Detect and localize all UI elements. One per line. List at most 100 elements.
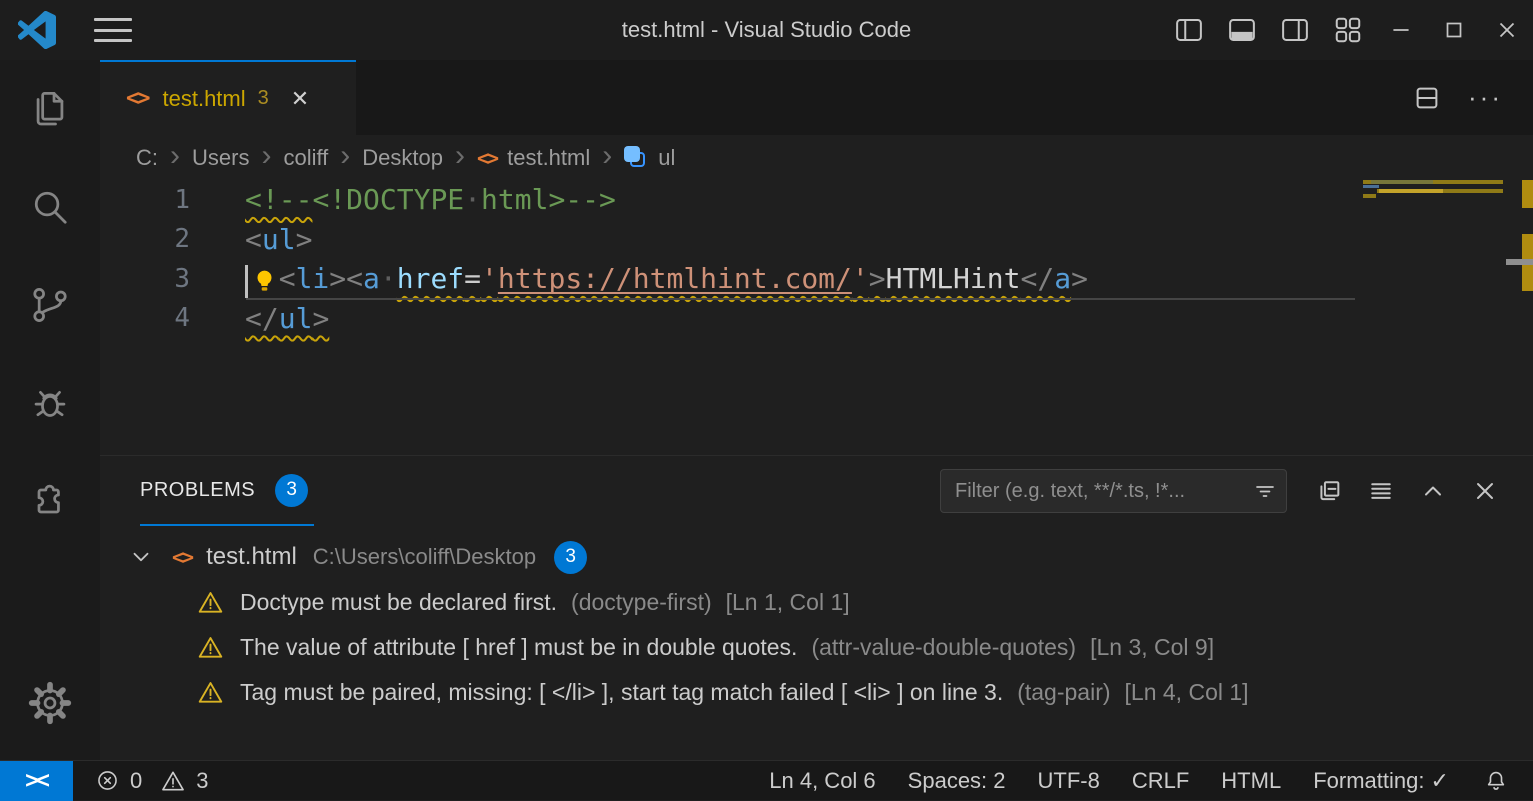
statusbar-item[interactable]: UTF-8	[1022, 768, 1116, 794]
toggle-primary-sidebar-icon[interactable]	[1162, 0, 1215, 60]
code-token: a	[1054, 262, 1071, 295]
problem-position: [Ln 1, Col 1]	[726, 589, 850, 616]
breadcrumb-coliff[interactable]: coliff	[283, 145, 328, 171]
minimap[interactable]	[1363, 180, 1506, 455]
cursor-mark	[1506, 259, 1533, 265]
code-token: href	[397, 262, 464, 295]
chevron-right-icon: ›	[340, 146, 350, 166]
code-lines: 1<!--<!DOCTYPE·html>-->2<ul>3 <li><a·hre…	[100, 180, 1355, 338]
search-icon[interactable]	[0, 158, 100, 256]
code-token: <!--	[245, 183, 312, 216]
tab-label: test.html	[163, 86, 246, 112]
maximize-panel-icon[interactable]	[1419, 477, 1447, 505]
statusbar-item[interactable]: Formatting: ✓	[1297, 768, 1465, 794]
text-cursor	[245, 265, 248, 298]
line-number: 2	[100, 224, 190, 254]
code-token: >	[312, 302, 329, 335]
more-actions-icon[interactable]: ···	[1468, 82, 1503, 113]
settings-gear-icon[interactable]	[0, 654, 100, 752]
warning-squiggle: <!--	[245, 183, 312, 216]
tab-bar: <> test.html 3 ✕ ···	[100, 60, 1533, 135]
toggle-secondary-sidebar-icon[interactable]	[1268, 0, 1321, 60]
tab-close-icon[interactable]: ✕	[291, 86, 309, 112]
problem-row[interactable]: Doctype must be declared first.(doctype-…	[100, 580, 1533, 625]
problems-file-name: test.html	[206, 543, 297, 571]
code-token: >	[1071, 262, 1088, 295]
chevron-right-icon: ›	[602, 146, 612, 166]
breadcrumb-drive[interactable]: C:	[136, 145, 158, 171]
code-token: <	[279, 262, 296, 295]
split-editor-icon[interactable]	[1412, 83, 1442, 113]
collapse-all-icon[interactable]	[1315, 477, 1343, 505]
lightbulb-icon[interactable]	[251, 266, 278, 296]
status-bar: >< 0 3 Ln 4, Col 6Spaces: 2UTF-8CRLFHTML…	[0, 760, 1533, 800]
code-token: a	[363, 262, 380, 295]
line-number: 4	[100, 303, 190, 333]
html-file-icon: <>	[477, 146, 497, 170]
extensions-icon[interactable]	[0, 452, 100, 550]
maximize-icon[interactable]	[1427, 0, 1480, 60]
overview-ruler	[1506, 180, 1533, 455]
warning-mark	[1522, 180, 1533, 208]
breadcrumb-users[interactable]: Users	[192, 145, 249, 171]
html-file-icon: <>	[126, 86, 149, 111]
code-token: https://htmlhint.com/	[498, 262, 852, 295]
statusbar-item[interactable]: Spaces: 2	[892, 768, 1022, 794]
statusbar-item[interactable]: Ln 4, Col 6	[753, 768, 891, 794]
code-line[interactable]: 4</ul>	[100, 299, 1355, 339]
problem-row[interactable]: Tag must be paired, missing: [ </li> ], …	[100, 670, 1533, 715]
customize-layout-icon[interactable]	[1321, 0, 1374, 60]
problems-panel: PROBLEMS 3	[100, 455, 1533, 760]
code-token: >	[869, 262, 886, 295]
code-editor[interactable]: 1<!--<!DOCTYPE·html>-->2<ul>3 <li><a·hre…	[100, 180, 1533, 455]
statusbar-item[interactable]: HTML	[1205, 768, 1297, 794]
current-line-border	[246, 298, 1355, 300]
code-token: '	[852, 262, 869, 295]
breadcrumb-symbol[interactable]: ul	[658, 145, 675, 171]
chevron-right-icon: ›	[170, 146, 180, 166]
code-token: =	[464, 262, 481, 295]
problems-file-path: C:\Users\coliff\Desktop	[313, 544, 536, 570]
problem-rule-code: (attr-value-double-quotes)	[811, 634, 1076, 661]
view-as-table-icon[interactable]	[1367, 477, 1395, 505]
breadcrumb: C: › Users › coliff › Desktop › <> test.…	[100, 135, 1533, 180]
problems-filter-input[interactable]	[940, 469, 1287, 513]
warnings-count[interactable]: 3	[196, 768, 208, 794]
code-token: </	[1020, 262, 1054, 295]
tab-test-html[interactable]: <> test.html 3 ✕	[100, 60, 356, 135]
close-window-icon[interactable]	[1480, 0, 1533, 60]
code-token: >	[296, 223, 313, 256]
titlebar: test.html - Visual Studio Code	[0, 0, 1533, 60]
code-token: ul	[262, 223, 296, 256]
minimize-icon[interactable]	[1374, 0, 1427, 60]
breadcrumb-desktop[interactable]: Desktop	[362, 145, 443, 171]
warnings-icon[interactable]	[160, 768, 186, 794]
breadcrumb-file[interactable]: test.html	[507, 145, 590, 171]
notifications-bell-icon[interactable]	[1465, 768, 1519, 794]
source-control-icon[interactable]	[0, 256, 100, 354]
problem-message: Tag must be paired, missing: [ </li> ], …	[240, 679, 1003, 706]
statusbar-item[interactable]: CRLF	[1116, 768, 1205, 794]
explorer-icon[interactable]	[0, 60, 100, 158]
code-token: '	[481, 262, 498, 295]
errors-count[interactable]: 0	[130, 768, 142, 794]
vscode-logo-icon	[18, 11, 56, 49]
tab-problems[interactable]: PROBLEMS 3	[140, 456, 314, 526]
problem-row[interactable]: The value of attribute [ href ] must be …	[100, 625, 1533, 670]
menu-hamburger-icon[interactable]	[94, 18, 132, 42]
close-panel-icon[interactable]	[1471, 477, 1499, 505]
panel-header: PROBLEMS 3	[100, 456, 1533, 526]
errors-icon[interactable]	[95, 768, 120, 793]
statusbar-right: Ln 4, Col 6Spaces: 2UTF-8CRLFHTMLFormatt…	[753, 768, 1533, 794]
code-token: <	[245, 223, 262, 256]
remote-indicator[interactable]: ><	[0, 761, 73, 801]
problems-list: Doctype must be declared first.(doctype-…	[100, 580, 1533, 715]
code-line[interactable]: 1<!--<!DOCTYPE·html>-->	[100, 180, 1355, 220]
chevron-down-icon[interactable]	[128, 544, 154, 570]
run-debug-icon[interactable]	[0, 354, 100, 452]
code-line[interactable]: 3 <li><a·href='https://htmlhint.com/'>HT…	[100, 259, 1355, 299]
filter-icon[interactable]	[1253, 479, 1277, 503]
toggle-panel-icon[interactable]	[1215, 0, 1268, 60]
problems-file-row[interactable]: <> test.html C:\Users\coliff\Desktop 3	[100, 534, 1533, 580]
code-line[interactable]: 2 <ul>	[100, 220, 1355, 260]
